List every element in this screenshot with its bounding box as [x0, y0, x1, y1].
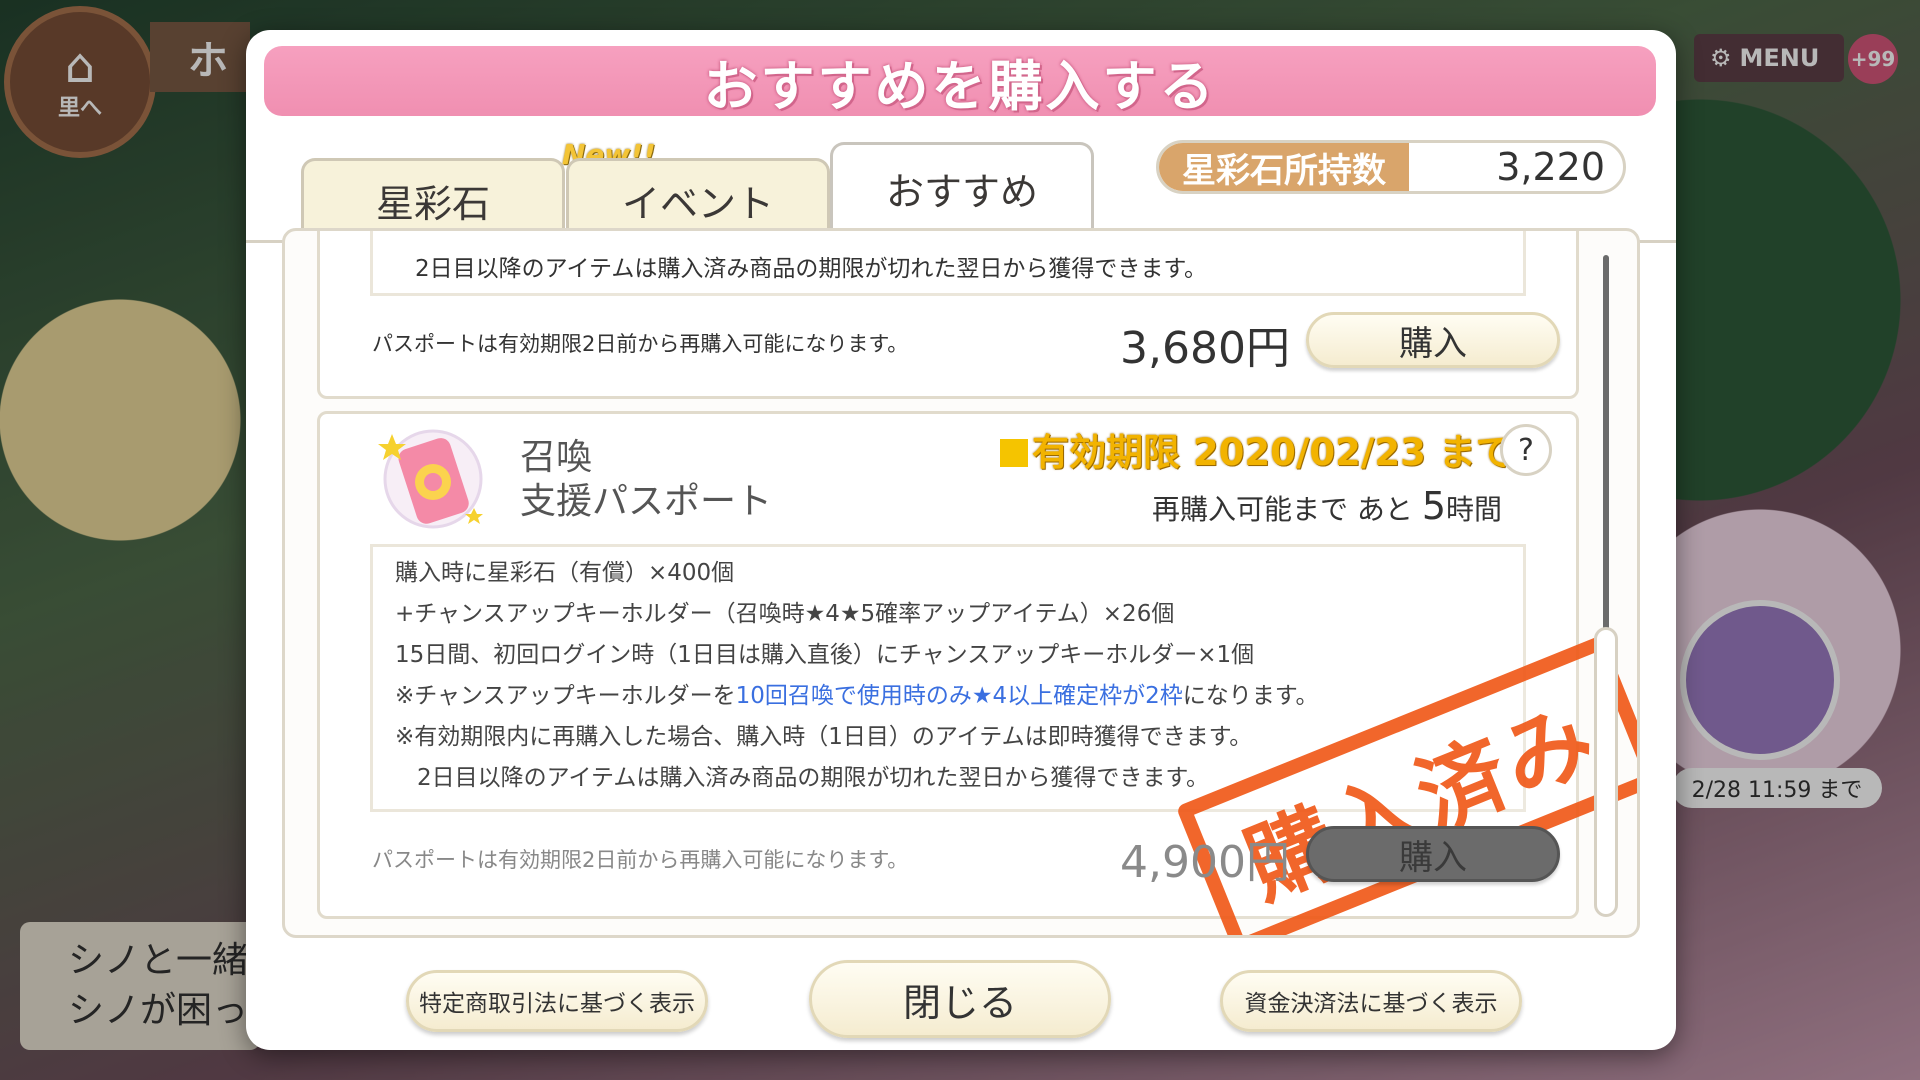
purchase-dialog: おすすめを購入する 星彩石 New!! イベント おすすめ 星彩石所持数 3,2… [246, 30, 1676, 1050]
product-price: 3,680円 [1120, 323, 1290, 374]
description-line: 15日間、初回ログイン時（1日目は購入直後）にチャンスアップキーホルダー×1個 [395, 642, 1255, 668]
rebuy-timer-hours: 5 [1421, 484, 1446, 528]
payment-law-button[interactable]: 資金決済法に基づく表示 [1220, 970, 1522, 1032]
expiry-text: 有効期限 2020/02/23 まで [1032, 431, 1513, 474]
description-text: になります。 [1182, 683, 1319, 709]
product-list[interactable]: 2日目以降のアイテムは購入済み商品の期限が切れた翌日から獲得できます。 パスポー… [282, 228, 1640, 938]
repurchase-note: パスポートは有効期限2日前から再購入可能になります。 [372, 332, 909, 356]
summon-passport-icon [378, 429, 483, 529]
buy-button-disabled[interactable]: 購入 [1306, 826, 1560, 882]
description-highlight: 10回召喚で使用時のみ★4以上確定枠が2枠 [735, 683, 1183, 709]
tab-label: 星彩石 [375, 182, 490, 226]
expiry-square-icon [1000, 439, 1028, 467]
gem-balance-label: 星彩石所持数 [1159, 143, 1409, 191]
repurchase-note: パスポートは有効期限2日前から再購入可能になります。 [372, 848, 909, 872]
description-line: 購入時に星彩石（有償）×400個 [395, 560, 735, 586]
buy-button[interactable]: 購入 [1306, 312, 1560, 368]
expiry-date: 有効期限 2020/02/23 まで [1000, 422, 1513, 476]
description-line: 2日目以降のアイテムは購入済み商品の期限が切れた翌日から獲得できます。 [417, 765, 1210, 791]
product-name-line: 支援パスポート [520, 481, 773, 522]
product-price: 4,900円 [1120, 837, 1290, 888]
scrollbar-thumb[interactable] [1594, 627, 1618, 917]
rebuy-timer-suffix: 時間 [1446, 493, 1503, 526]
description-line: +チャンスアップキーホルダー（召喚時★4★5確率アップアイテム）×26個 [395, 601, 1175, 627]
dialog-title: おすすめを購入する [703, 54, 1217, 118]
gem-balance-value: 3,220 [1496, 145, 1605, 189]
tab-label: イベント [621, 182, 774, 226]
product-name: 召喚 支援パスポート [520, 436, 772, 524]
gem-balance: 星彩石所持数 3,220 [1156, 140, 1626, 194]
tab-label: おすすめ [885, 170, 1038, 214]
commerce-law-button[interactable]: 特定商取引法に基づく表示 [406, 970, 708, 1032]
product-name-line: 召喚 [520, 437, 593, 478]
description-line: ※チャンスアップキーホルダーを10回召喚で使用時のみ★4以上確定枠が2枠になりま… [395, 676, 1318, 710]
product-card: 2日目以降のアイテムは購入済み商品の期限が切れた翌日から獲得できます。 パスポー… [317, 231, 1579, 399]
rebuy-timer: 再購入可能まで あと 5時間 [1152, 484, 1502, 528]
tab-recommended[interactable]: おすすめ [830, 142, 1094, 232]
description-line: 2日目以降のアイテムは購入済み商品の期限が切れた翌日から獲得できます。 [415, 256, 1208, 282]
product-card: 召喚 支援パスポート 有効期限 2020/02/23 まで ? 再購入可能まで … [317, 411, 1637, 935]
help-button[interactable]: ? [1500, 424, 1552, 476]
description-text: ※チャンスアップキーホルダーを [395, 683, 736, 709]
close-button[interactable]: 閉じる [809, 960, 1111, 1038]
description-line: ※有効期限内に再購入した場合、購入時（1日目）のアイテムは即時獲得できます。 [395, 724, 1253, 750]
product-description: 購入時に星彩石（有償）×400個 +チャンスアップキーホルダー（召喚時★4★5確… [370, 544, 1637, 935]
dialog-title-bar: おすすめを購入する [264, 46, 1656, 118]
product-description: 2日目以降のアイテムは購入済み商品の期限が切れた翌日から獲得できます。 [370, 231, 1526, 296]
rebuy-timer-prefix: 再購入可能まで あと [1152, 493, 1413, 526]
